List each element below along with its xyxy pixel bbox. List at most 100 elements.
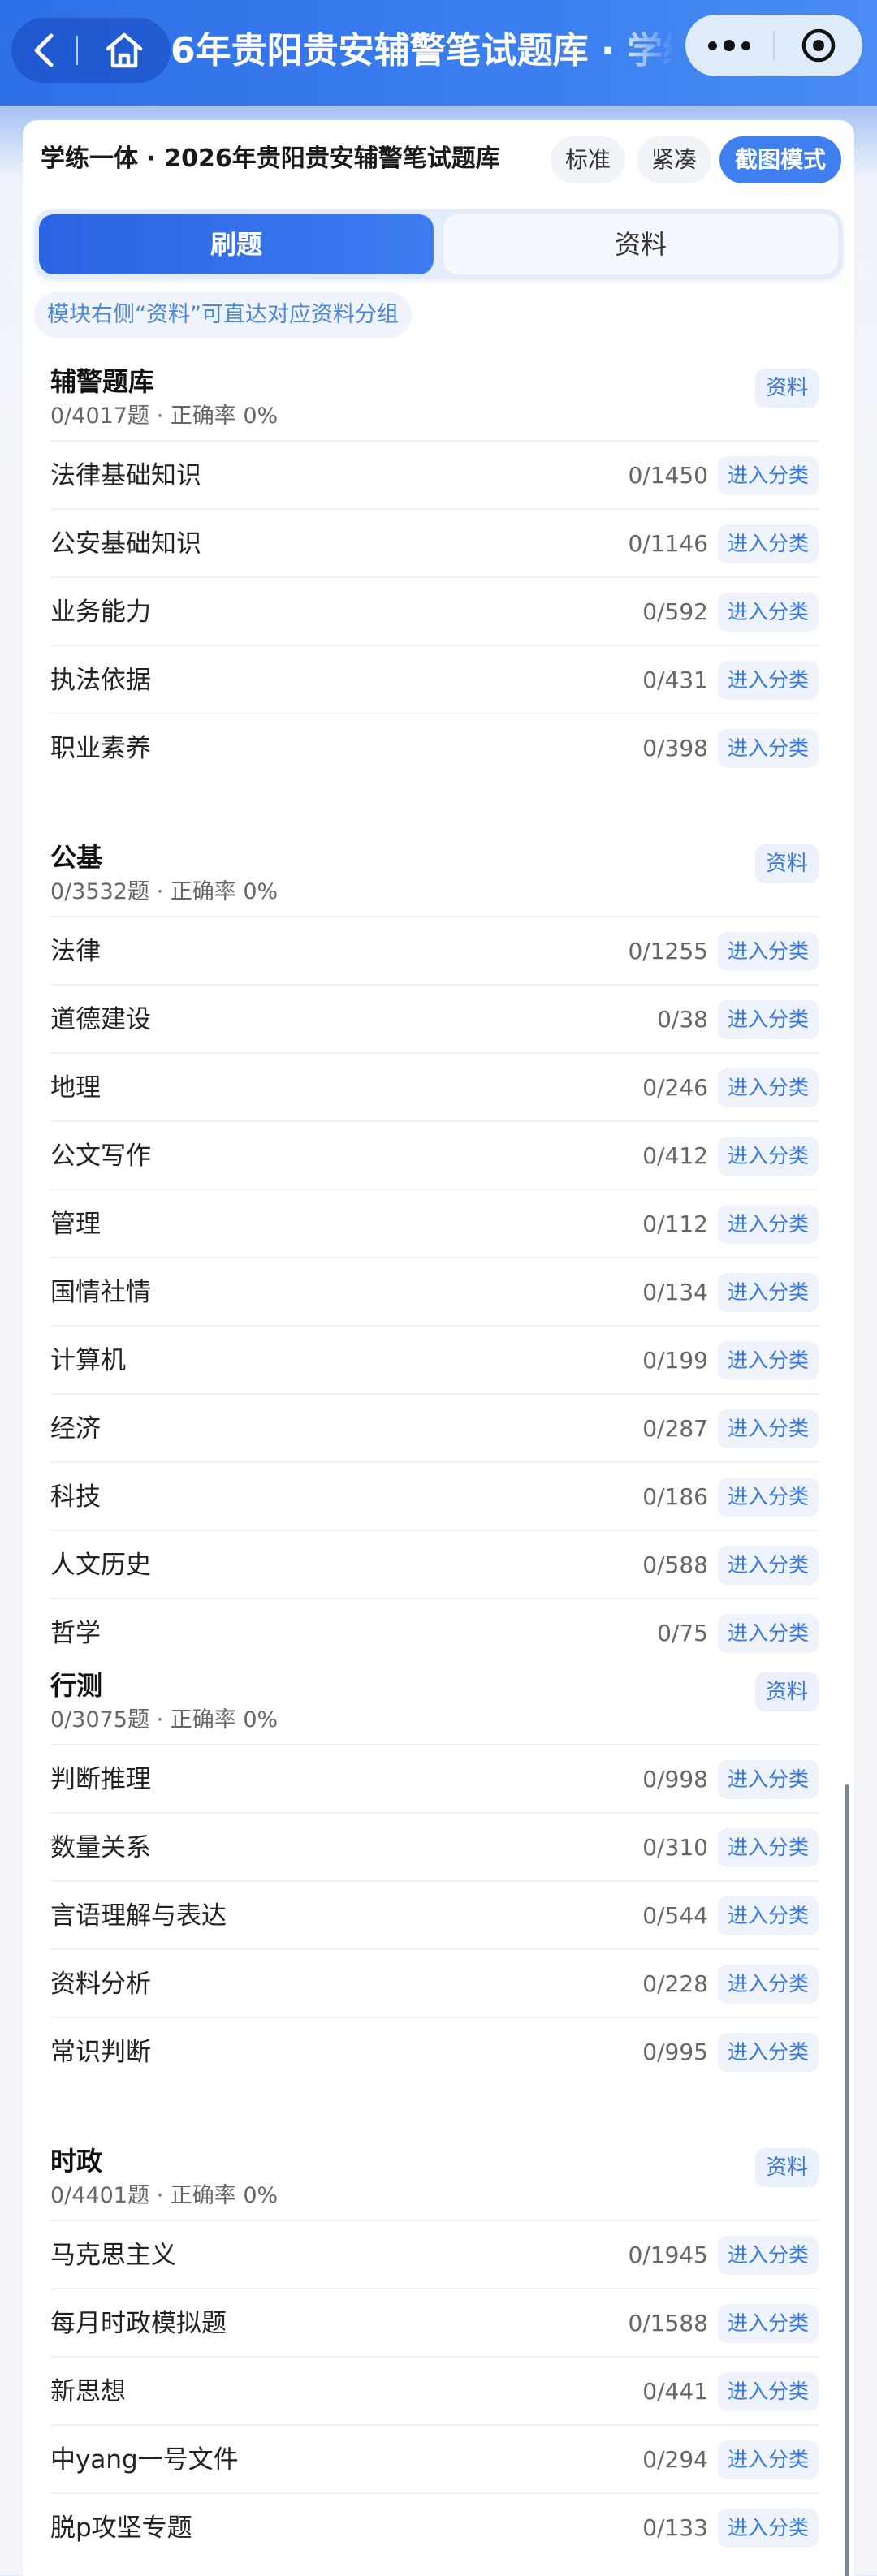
more-dots-icon-mid: [724, 40, 735, 51]
enter-category-button[interactable]: 进入分类: [718, 2372, 819, 2411]
enter-category-button[interactable]: 进入分类: [718, 1409, 819, 1448]
mode-compact-button[interactable]: 紧凑: [637, 136, 711, 183]
page-title: 学练一体 · 2026年贵阳贵安辅警笔试题库: [41, 145, 500, 173]
category-row[interactable]: 人文历史 0/588 进入分类: [23, 1531, 854, 1599]
category-progress: 0/75: [657, 1620, 708, 1646]
section-materials-button[interactable]: 资料: [755, 1672, 819, 1711]
enter-category-button[interactable]: 进入分类: [718, 729, 819, 768]
category-name: 道德建设: [50, 1005, 151, 1034]
enter-category-button[interactable]: 进入分类: [718, 524, 819, 563]
category-row[interactable]: 言语理解与表达 0/544 进入分类: [23, 1882, 854, 1950]
mode-screenshot-button[interactable]: 截图模式: [719, 136, 841, 183]
category-progress: 0/592: [642, 598, 708, 625]
category-row[interactable]: 资料分析 0/228 进入分类: [23, 1950, 854, 2018]
section-stats: 0/4401题 · 正确率 0%: [50, 2183, 279, 2208]
category-name: 常识判断: [50, 2038, 151, 2067]
chevron-left-icon: [34, 33, 54, 67]
category-list: 法律基础知识 0/1450 进入分类 公安基础知识 0/1146 进入分类 业务能力 0/59…: [23, 442, 854, 783]
enter-category-button[interactable]: 进入分类: [718, 1896, 819, 1935]
enter-category-button[interactable]: 进入分类: [718, 1000, 819, 1039]
enter-category-button[interactable]: 进入分类: [718, 2304, 819, 2343]
category-row[interactable]: 中yang一号文件 0/294 进入分类: [23, 2426, 854, 2494]
category-progress: 0/412: [642, 1142, 708, 1169]
enter-category-button[interactable]: 进入分类: [718, 2236, 819, 2275]
category-name: 国情社情: [50, 1278, 151, 1307]
category-row[interactable]: 道德建设 0/38 进入分类: [23, 986, 854, 1054]
category-row[interactable]: 地理 0/246 进入分类: [23, 1054, 854, 1122]
more-dots-icon-end: [741, 41, 750, 50]
back-button[interactable]: [11, 18, 76, 83]
category-row[interactable]: 计算机 0/199 进入分类: [23, 1327, 854, 1395]
section-materials-button[interactable]: 资料: [755, 369, 819, 408]
category-name: 人文历史: [50, 1551, 151, 1580]
enter-category-button[interactable]: 进入分类: [718, 2440, 819, 2479]
mode-standard-button[interactable]: 标准: [551, 136, 625, 183]
section-materials-button[interactable]: 资料: [755, 844, 819, 883]
category-row[interactable]: 每月时政模拟题 0/1588 进入分类: [23, 2289, 854, 2358]
category-row[interactable]: 公文写作 0/412 进入分类: [23, 1122, 854, 1190]
section-materials-button[interactable]: 资料: [755, 2148, 819, 2187]
category-row[interactable]: 国情社情 0/134 进入分类: [23, 1258, 854, 1327]
category-row[interactable]: 经济 0/287 进入分类: [23, 1395, 854, 1463]
close-miniapp-button[interactable]: [775, 15, 862, 76]
enter-category-button[interactable]: 进入分类: [718, 1273, 819, 1312]
enter-category-button[interactable]: 进入分类: [718, 1068, 819, 1107]
category-row[interactable]: 执法依据 0/431 进入分类: [23, 646, 854, 714]
tab-materials[interactable]: 资料: [443, 214, 838, 274]
miniapp-capsule: [685, 15, 862, 76]
category-row[interactable]: 新思想 0/441 进入分类: [23, 2358, 854, 2426]
section-stats: 0/3075题 · 正确率 0%: [50, 1707, 279, 1732]
category-name: 管理: [50, 1210, 101, 1239]
category-row[interactable]: 马克思主义 0/1945 进入分类: [23, 2221, 854, 2289]
category-progress: 0/544: [642, 1902, 708, 1929]
category-row[interactable]: 业务能力 0/592 进入分类: [23, 578, 854, 646]
enter-category-button[interactable]: 进入分类: [718, 1137, 819, 1176]
more-menu-button[interactable]: [685, 15, 773, 76]
scrollbar[interactable]: [845, 1784, 849, 2576]
tab-practice[interactable]: 刷题: [39, 214, 434, 274]
section-stats: 0/4017题 · 正确率 0%: [50, 403, 279, 429]
category-name: 数量关系: [50, 1833, 151, 1862]
category-row[interactable]: 法律基础知识 0/1450 进入分类: [23, 442, 854, 510]
category-name: 职业素养: [50, 734, 151, 763]
home-button[interactable]: [78, 18, 171, 83]
enter-category-button[interactable]: 进入分类: [718, 1614, 819, 1653]
category-row[interactable]: 数量关系 0/310 进入分类: [23, 1814, 854, 1882]
category-progress: 0/199: [642, 1347, 708, 1374]
section-stats: 0/3532题 · 正确率 0%: [50, 879, 279, 904]
enter-category-button[interactable]: 进入分类: [718, 661, 819, 700]
enter-category-button[interactable]: 进入分类: [718, 1965, 819, 2004]
main-card: 学练一体 · 2026年贵阳贵安辅警笔试题库 标准 紧凑 截图模式 刷题 资料 …: [23, 120, 854, 2576]
category-progress: 0/228: [642, 1970, 708, 1997]
enter-category-button[interactable]: 进入分类: [718, 1546, 819, 1585]
enter-category-button[interactable]: 进入分类: [718, 2033, 819, 2072]
category-row[interactable]: 常识判断 0/995 进入分类: [23, 2018, 854, 2086]
enter-category-button[interactable]: 进入分类: [718, 1478, 819, 1517]
enter-category-button[interactable]: 进入分类: [718, 1205, 819, 1244]
category-name: 新思想: [50, 2377, 126, 2406]
category-progress: 0/310: [642, 1834, 708, 1861]
category-row[interactable]: 公安基础知识 0/1146 进入分类: [23, 510, 854, 578]
category-row[interactable]: 哲学 0/75 进入分类: [23, 1599, 854, 1668]
enter-category-button[interactable]: 进入分类: [718, 593, 819, 632]
category-row[interactable]: 法律 0/1255 进入分类: [23, 917, 854, 986]
category-progress: 0/588: [642, 1551, 708, 1578]
category-row[interactable]: 职业素养 0/398 进入分类: [23, 714, 854, 783]
enter-category-button[interactable]: 进入分类: [718, 456, 819, 495]
enter-category-button[interactable]: 进入分类: [718, 932, 819, 971]
category-row[interactable]: 管理 0/112 进入分类: [23, 1190, 854, 1258]
category-row[interactable]: 脱p攻坚专题 0/133 进入分类: [23, 2494, 854, 2562]
category-row[interactable]: 科技 0/186 进入分类: [23, 1463, 854, 1531]
category-row[interactable]: 判断推理 0/998 进入分类: [23, 1745, 854, 1814]
enter-category-button[interactable]: 进入分类: [718, 2509, 819, 2548]
enter-category-button[interactable]: 进入分类: [718, 1828, 819, 1867]
enter-category-button[interactable]: 进入分类: [718, 1760, 819, 1799]
category-progress: 0/441: [642, 2378, 708, 2405]
section-title: 时政: [50, 2146, 103, 2177]
category-name: 地理: [50, 1073, 101, 1102]
header-row: 学练一体 · 2026年贵阳贵安辅警笔试题库 标准 紧凑 截图模式: [23, 120, 854, 201]
category-name: 科技: [50, 1482, 101, 1512]
category-name: 法律基础知识: [50, 461, 201, 490]
category-progress: 0/431: [642, 667, 708, 693]
enter-category-button[interactable]: 进入分类: [718, 1341, 819, 1380]
